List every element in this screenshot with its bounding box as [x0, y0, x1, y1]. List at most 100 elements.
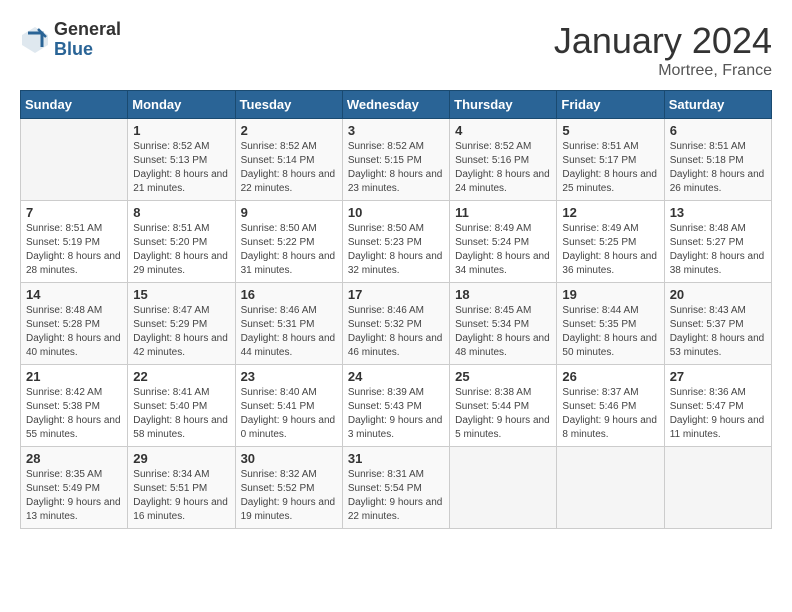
- day-info: Sunrise: 8:35 AM Sunset: 5:49 PM Dayligh…: [26, 468, 122, 524]
- day-number: 22: [133, 369, 229, 384]
- day-number: 21: [26, 369, 122, 384]
- calendar-cell: 1Sunrise: 8:52 AM Sunset: 5:13 PM Daylig…: [128, 119, 235, 201]
- logo-icon: [20, 25, 50, 55]
- calendar-cell: 26 Sunrise: 8:37 AM Sunset: 5:46 PM Dayli…: [557, 365, 664, 447]
- day-info: Sunrise: 8:43 AM Sunset: 5:37 PM Dayligh…: [670, 304, 766, 360]
- day-header-thursday: Thursday: [450, 91, 557, 119]
- calendar-cell: 7 Sunrise: 8:51 AM Sunset: 5:19 PM Daylig…: [21, 201, 128, 283]
- day-number: 14: [26, 287, 122, 302]
- week-row-2: 7 Sunrise: 8:51 AM Sunset: 5:19 PM Daylig…: [21, 201, 772, 283]
- day-info: Sunrise: 8:45 AM Sunset: 5:34 PM Dayligh…: [455, 304, 551, 360]
- calendar-cell: 10 Sunrise: 8:50 AM Sunset: 5:23 PM Dayli…: [342, 201, 449, 283]
- day-info: Sunrise: 8:44 AM Sunset: 5:35 PM Dayligh…: [562, 304, 658, 360]
- day-number: 28: [26, 451, 122, 466]
- calendar-cell: 4Sunrise: 8:52 AM Sunset: 5:16 PM Daylig…: [450, 119, 557, 201]
- calendar-cell: [557, 447, 664, 529]
- day-info: Sunrise: 8:49 AM Sunset: 5:25 PM Dayligh…: [562, 222, 658, 278]
- day-number: 19: [562, 287, 658, 302]
- day-number: 5: [562, 123, 658, 138]
- logo-blue-text: Blue: [54, 40, 121, 60]
- calendar-cell: 18Sunrise: 8:45 AM Sunset: 5:34 PM Dayli…: [450, 283, 557, 365]
- day-info: Sunrise: 8:37 AM Sunset: 5:46 PM Dayligh…: [562, 386, 658, 442]
- calendar-cell: 17 Sunrise: 8:46 AM Sunset: 5:32 PM Dayli…: [342, 283, 449, 365]
- day-info: Sunrise: 8:31 AM Sunset: 5:54 PM Dayligh…: [348, 468, 444, 524]
- day-header-saturday: Saturday: [664, 91, 771, 119]
- day-header-wednesday: Wednesday: [342, 91, 449, 119]
- calendar-table: SundayMondayTuesdayWednesdayThursdayFrid…: [20, 90, 772, 529]
- calendar-cell: 27 Sunrise: 8:36 AM Sunset: 5:47 PM Dayli…: [664, 365, 771, 447]
- calendar-cell: 2 Sunrise: 8:52 AM Sunset: 5:14 PM Daylig…: [235, 119, 342, 201]
- calendar-cell: [21, 119, 128, 201]
- logo-general-text: General: [54, 20, 121, 40]
- month-title: January 2024: [554, 20, 772, 62]
- day-info: Sunrise: 8:48 AM Sunset: 5:28 PM Dayligh…: [26, 304, 122, 360]
- day-info: Sunrise: 8:50 AM Sunset: 5:23 PM Dayligh…: [348, 222, 444, 278]
- day-number: 26: [562, 369, 658, 384]
- calendar-cell: 28 Sunrise: 8:35 AM Sunset: 5:49 PM Dayli…: [21, 447, 128, 529]
- day-number: 20: [670, 287, 766, 302]
- day-info: Sunrise: 8:51 AM Sunset: 5:20 PM Dayligh…: [133, 222, 229, 278]
- day-info: Sunrise: 8:49 AM Sunset: 5:24 PM Dayligh…: [455, 222, 551, 278]
- calendar-cell: 13 Sunrise: 8:48 AM Sunset: 5:27 PM Dayli…: [664, 201, 771, 283]
- day-number: 10: [348, 205, 444, 220]
- day-info: Sunrise: 8:46 AM Sunset: 5:31 PM Dayligh…: [241, 304, 337, 360]
- day-number: 6: [670, 123, 766, 138]
- day-info: Sunrise: 8:52 AM Sunset: 5:14 PM Dayligh…: [241, 140, 337, 196]
- calendar-cell: 30Sunrise: 8:32 AM Sunset: 5:52 PM Dayli…: [235, 447, 342, 529]
- calendar-cell: 9Sunrise: 8:50 AM Sunset: 5:22 PM Daylig…: [235, 201, 342, 283]
- day-number: 7: [26, 205, 122, 220]
- day-number: 24: [348, 369, 444, 384]
- day-info: Sunrise: 8:48 AM Sunset: 5:27 PM Dayligh…: [670, 222, 766, 278]
- day-number: 27: [670, 369, 766, 384]
- day-info: Sunrise: 8:51 AM Sunset: 5:19 PM Dayligh…: [26, 222, 122, 278]
- day-header-monday: Monday: [128, 91, 235, 119]
- day-number: 2: [241, 123, 337, 138]
- calendar-cell: 20 Sunrise: 8:43 AM Sunset: 5:37 PM Dayli…: [664, 283, 771, 365]
- calendar-cell: 23 Sunrise: 8:40 AM Sunset: 5:41 PM Dayli…: [235, 365, 342, 447]
- day-info: Sunrise: 8:40 AM Sunset: 5:41 PM Dayligh…: [241, 386, 337, 442]
- calendar-cell: 6 Sunrise: 8:51 AM Sunset: 5:18 PM Daylig…: [664, 119, 771, 201]
- week-row-3: 14 Sunrise: 8:48 AM Sunset: 5:28 PM Dayli…: [21, 283, 772, 365]
- calendar-cell: 16 Sunrise: 8:46 AM Sunset: 5:31 PM Dayli…: [235, 283, 342, 365]
- day-info: Sunrise: 8:34 AM Sunset: 5:51 PM Dayligh…: [133, 468, 229, 524]
- calendar-cell: 21Sunrise: 8:42 AM Sunset: 5:38 PM Dayli…: [21, 365, 128, 447]
- header-row: SundayMondayTuesdayWednesdayThursdayFrid…: [21, 91, 772, 119]
- day-header-friday: Friday: [557, 91, 664, 119]
- day-number: 12: [562, 205, 658, 220]
- day-info: Sunrise: 8:36 AM Sunset: 5:47 PM Dayligh…: [670, 386, 766, 442]
- calendar-cell: 11 Sunrise: 8:49 AM Sunset: 5:24 PM Dayli…: [450, 201, 557, 283]
- day-number: 23: [241, 369, 337, 384]
- calendar-cell: 24Sunrise: 8:39 AM Sunset: 5:43 PM Dayli…: [342, 365, 449, 447]
- calendar-cell: 31 Sunrise: 8:31 AM Sunset: 5:54 PM Dayli…: [342, 447, 449, 529]
- day-header-tuesday: Tuesday: [235, 91, 342, 119]
- day-info: Sunrise: 8:38 AM Sunset: 5:44 PM Dayligh…: [455, 386, 551, 442]
- page-header: General Blue January 2024 Mortree, Franc…: [20, 20, 772, 80]
- calendar-cell: 3Sunrise: 8:52 AM Sunset: 5:15 PM Daylig…: [342, 119, 449, 201]
- day-number: 17: [348, 287, 444, 302]
- day-number: 16: [241, 287, 337, 302]
- calendar-cell: [664, 447, 771, 529]
- calendar-cell: [450, 447, 557, 529]
- day-info: Sunrise: 8:41 AM Sunset: 5:40 PM Dayligh…: [133, 386, 229, 442]
- calendar-cell: 5 Sunrise: 8:51 AM Sunset: 5:17 PM Daylig…: [557, 119, 664, 201]
- day-info: Sunrise: 8:51 AM Sunset: 5:18 PM Dayligh…: [670, 140, 766, 196]
- day-number: 13: [670, 205, 766, 220]
- day-number: 11: [455, 205, 551, 220]
- day-info: Sunrise: 8:51 AM Sunset: 5:17 PM Dayligh…: [562, 140, 658, 196]
- calendar-cell: 14 Sunrise: 8:48 AM Sunset: 5:28 PM Dayli…: [21, 283, 128, 365]
- logo: General Blue: [20, 20, 121, 60]
- day-number: 8: [133, 205, 229, 220]
- calendar-cell: 29 Sunrise: 8:34 AM Sunset: 5:51 PM Dayli…: [128, 447, 235, 529]
- day-number: 3: [348, 123, 444, 138]
- day-number: 31: [348, 451, 444, 466]
- calendar-cell: 15Sunrise: 8:47 AM Sunset: 5:29 PM Dayli…: [128, 283, 235, 365]
- logo-text: General Blue: [54, 20, 121, 60]
- day-info: Sunrise: 8:46 AM Sunset: 5:32 PM Dayligh…: [348, 304, 444, 360]
- location: Mortree, France: [554, 62, 772, 80]
- title-block: January 2024 Mortree, France: [554, 20, 772, 80]
- day-number: 29: [133, 451, 229, 466]
- day-number: 30: [241, 451, 337, 466]
- calendar-cell: 12 Sunrise: 8:49 AM Sunset: 5:25 PM Dayli…: [557, 201, 664, 283]
- day-number: 25: [455, 369, 551, 384]
- calendar-cell: 8 Sunrise: 8:51 AM Sunset: 5:20 PM Daylig…: [128, 201, 235, 283]
